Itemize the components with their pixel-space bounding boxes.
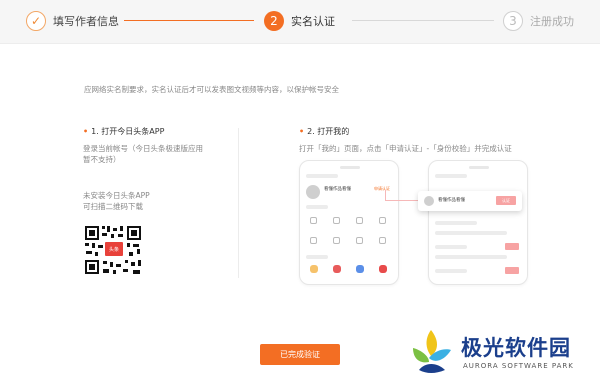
phone-row [435,231,507,235]
phone-notch [340,166,360,169]
grid-icon [356,237,363,244]
step-2-label: 实名认证 [291,15,335,28]
download-hint-line1: 未安装今日头条APP [83,191,150,200]
watermark-en: AURORA SOFTWARE PARK [463,362,574,370]
grid-icon [310,217,317,224]
step-3-number: 3 [503,11,523,31]
download-hint-line2: 可扫描二维码下载 [83,202,143,211]
grid-icon [333,217,340,224]
instruction-open-mine: • 2. 打开我的 打开「我的」页面，点击「申请认证」-「身份校验」并完成认证 [299,126,599,154]
qr-badge: 头条 [108,247,119,253]
apply-verification-link: 申请认证 [374,186,390,191]
grid-icon [356,217,363,224]
completed-verification-button[interactable]: 已完成验证 [260,344,340,365]
grid-icon [333,237,340,244]
app-icon [333,265,341,273]
grid-icon [310,237,317,244]
avatar [424,196,434,206]
phone-row [435,255,507,259]
step-connector-pending [352,20,494,21]
aurora-logo-icon [413,330,451,373]
step-1-label: 填写作者信息 [53,15,119,28]
app-icon [379,265,387,273]
bullet-dot-icon: • [299,127,305,136]
step-real-name-verification: 2 实名认证 [264,10,335,32]
phone-mockup-verification [428,160,528,285]
step-registration-success: 3 注册成功 [503,10,574,32]
verify-pill [505,267,519,274]
step1-title: • 1. 打开今日头条APP [83,126,233,137]
step-connector-done [124,20,254,21]
bullet-dot-icon: • [83,127,89,136]
step1-description: 登录当前帐号（今日头条极速版应用暂不支持） [83,144,203,164]
phone-row [306,255,328,259]
phone-notch [469,166,489,169]
app-icon [310,265,318,273]
column-divider [238,128,239,278]
instruction-open-app: • 1. 打开今日头条APP 登录当前帐号（今日头条极速版应用暂不支持） 未安装今… [83,126,233,276]
phone-status-bar [435,174,467,178]
highlight-connector [385,190,386,200]
step-3-label: 注册成功 [530,15,574,28]
phone-status-bar [306,174,338,178]
download-hint: 未安装今日头条APP 可扫描二维码下载 [83,190,150,212]
popup-verify-button: 认证 [496,196,516,205]
step1-title-text: 1. 打开今日头条APP [91,127,165,136]
popup-profile-name: 看懂作品看懂 [438,198,465,203]
step-2-number: 2 [264,11,284,31]
step-fill-author-info: ✓ 填写作者信息 [26,10,119,32]
phone-row [435,221,477,225]
app-icon [356,265,364,273]
verify-pill [505,243,519,250]
step2-description: 打开「我的」页面，点击「申请认证」-「身份校验」并完成认证 [299,144,512,153]
profile-name: 看懂作品看懂 [324,187,351,192]
verification-popup-card: 看懂作品看懂 认证 [418,191,522,211]
watermark-cn: 极光软件园 [461,336,571,360]
grid-icon [379,237,386,244]
progress-stepper: ✓ 填写作者信息 2 实名认证 3 注册成功 [0,0,600,44]
step2-title-text: 2. 打开我的 [307,127,350,136]
grid-icon [379,217,386,224]
phone-row [435,269,467,273]
site-watermark: 极光软件园 AURORA SOFTWARE PARK [405,326,595,378]
step-1-check-icon: ✓ [26,11,46,31]
step2-title: • 2. 打开我的 [299,126,599,137]
intro-text: 应网络实名制要求，实名认证后才可以发表图文视频等内容，以保护帐号安全 [84,85,339,94]
phone-mockup-profile: 看懂作品看懂 申请认证 [299,160,399,285]
avatar [306,185,320,199]
phone-row [306,205,328,209]
phone-row [435,245,467,249]
